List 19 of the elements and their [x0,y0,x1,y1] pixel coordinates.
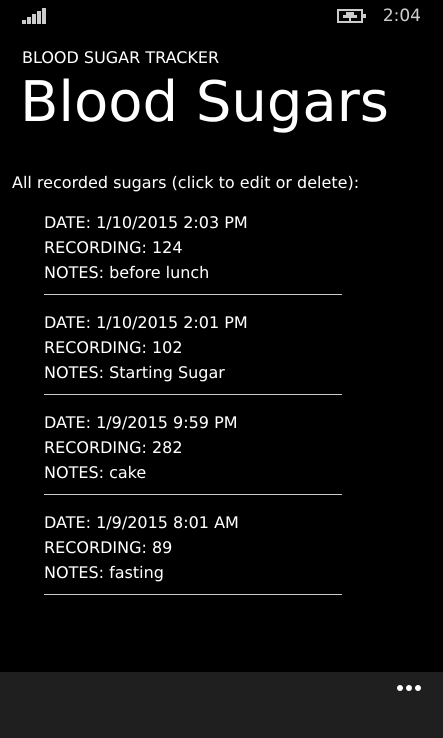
record-date[interactable]: DATE: 1/9/2015 8:01 AM [44,510,443,535]
record-notes[interactable]: NOTES: fasting [44,560,443,585]
signal-icon [22,8,48,24]
more-icon[interactable] [397,685,421,691]
app-title: BLOOD SUGAR TRACKER [22,48,220,67]
record-recording[interactable]: RECORDING: 282 [44,435,443,460]
battery-charging-icon [336,8,367,24]
record-date[interactable]: DATE: 1/10/2015 2:03 PM [44,210,443,235]
record-date[interactable]: DATE: 1/10/2015 2:01 PM [44,310,443,335]
record-notes[interactable]: NOTES: cake [44,460,443,485]
record-recording[interactable]: RECORDING: 124 [44,235,443,260]
record-recording[interactable]: RECORDING: 102 [44,335,443,360]
record-notes[interactable]: NOTES: before lunch [44,260,443,285]
instructions: All recorded sugars (click to edit or delete): [12,173,360,192]
clock: 2:04 [382,6,421,26]
record-recording[interactable]: RECORDING: 89 [44,535,443,560]
record-notes[interactable]: NOTES: Starting Sugar [44,360,443,385]
page-title: Blood Sugars [20,69,390,137]
record-date[interactable]: DATE: 1/9/2015 9:59 PM [44,410,443,435]
